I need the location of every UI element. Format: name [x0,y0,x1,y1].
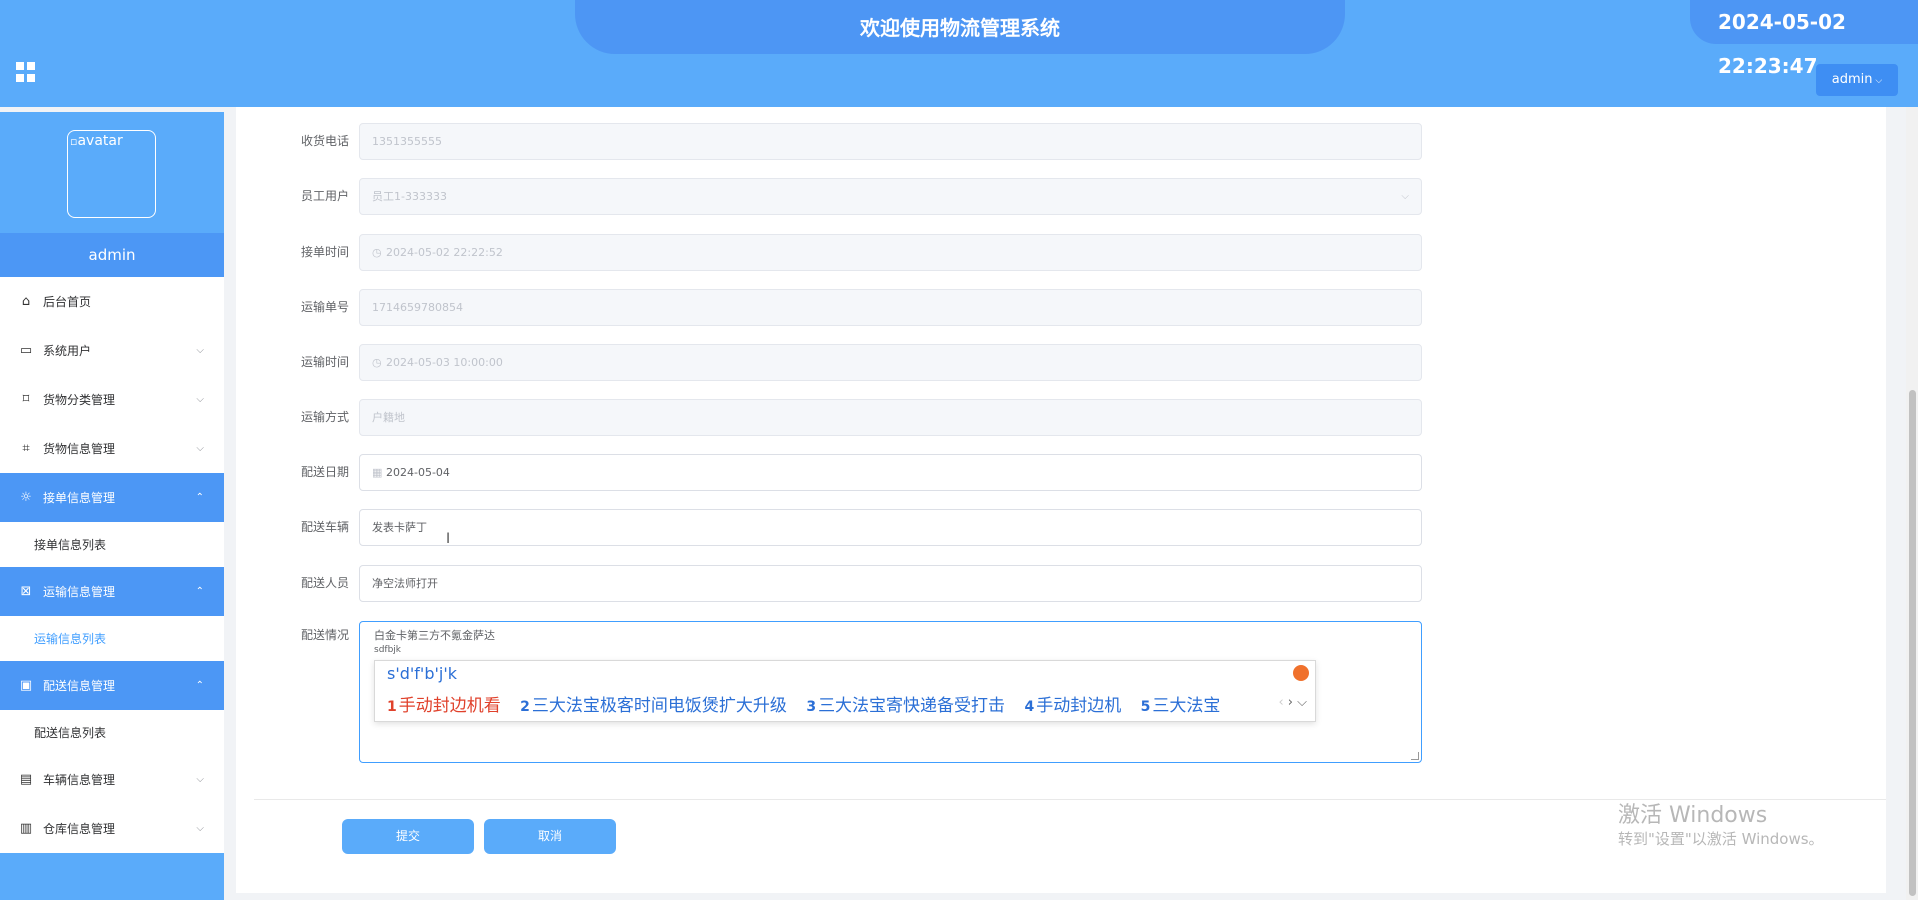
menu-toggle-icon[interactable] [16,62,36,82]
user-menu-button[interactable]: admin ⌵ [1816,64,1898,96]
form-row-transport-method: 运输方式 户籍地 [236,399,1422,436]
ime-candidate-window: s'd'f'b'j'k 1 手动封边机看 2 三大法宝极客时间电饭煲扩大升级 3 三大… [374,660,1316,722]
archive-icon: ▥ [19,821,33,836]
home-icon: ⌂ [21,294,31,309]
form-divider [254,799,1886,800]
ime-page-nav[interactable]: ‹ › ⌵ [1278,695,1307,710]
ime-logo-icon [1293,665,1309,681]
datetime-display: 2024-05-02 22:23:47 [1690,0,1918,78]
sidebar: ▫avatar admin ⌂ 后台首页 ▭ 系统用户 ⌵ ⌑ 货物分类管理 ⌵… [0,112,224,900]
clock-icon: ◷ [372,246,382,259]
form-row-transport-time: 运输时间 ◷ 2024-05-03 10:00:00 [236,344,1422,381]
sidebar-item-transport-info[interactable]: ⊠ 运输信息管理 ⌃ [0,567,224,616]
chevron-up-icon: ⌃ [195,586,204,597]
form-row-transport-no: 运输单号 1714659780854 [236,289,1422,326]
chevron-down-icon: ⌵ [196,823,204,834]
chevron-down-icon: ⌵ [196,345,204,356]
sidebar-menu: ⌂ 后台首页 ▭ 系统用户 ⌵ ⌑ 货物分类管理 ⌵ ⌗ 货物信息管理 ⌵ ☼ … [0,277,224,853]
top-header: 欢迎使用物流管理系统 2024-05-02 22:23:47 admin ⌵ [0,0,1918,107]
cancel-button[interactable]: 取消 [484,819,616,854]
chevron-down-icon: ⌵ [196,394,204,405]
chevron-down-icon: ⌵ [196,443,204,454]
transport-method-field: 户籍地 [359,399,1422,436]
sidebar-item-delivery-info[interactable]: ▣ 配送信息管理 ⌃ [0,661,224,710]
chevron-right-icon[interactable]: › [1288,695,1293,710]
avatar: ▫avatar [67,130,156,218]
ime-candidate[interactable]: 5 三大法宝 [1141,696,1221,716]
form-row-delivery-date: 配送日期 ▦ 2024-05-04 [236,454,1422,491]
form-row-phone: 收货电话 1351355555 [236,123,1422,160]
ime-candidate[interactable]: 3 三大法宝寄快递备受打击 [806,696,1005,716]
form-row-vehicle: 配送车辆 发表卡萨丁 [236,509,1422,546]
order-time-field: ◷ 2024-05-02 22:22:52 [359,234,1422,271]
sidebar-item-warehouse-info[interactable]: ▥ 仓库信息管理 ⌵ [0,804,224,853]
clock-icon: ◷ [372,356,382,369]
windows-activation-watermark: 激活 Windows 转到"设置"以激活 Windows。 [1618,803,1824,849]
ime-candidate[interactable]: 1 手动封边机看 [387,696,501,716]
ime-candidate[interactable]: 4 手动封边机 [1024,696,1121,716]
staff-select: 员工1-333333 ⌵ [359,178,1422,215]
inbox-icon: ⊠ [20,584,32,599]
sidebar-subitem-transport-list[interactable]: 运输信息列表 [0,616,224,661]
transport-number-field: 1714659780854 [359,289,1422,326]
sidebar-username: admin [0,233,224,277]
delivery-staff-input[interactable]: 净空法师打开 [359,565,1422,602]
calendar-icon: ▦ [372,466,383,479]
sidebar-item-order-info[interactable]: ☼ 接单信息管理 ⌃ [0,473,224,522]
transport-time-field: ◷ 2024-05-03 10:00:00 [359,344,1422,381]
sun-icon: ☼ [20,490,32,505]
submit-button[interactable]: 提交 [342,819,474,854]
sidebar-subitem-order-list[interactable]: 接单信息列表 [0,522,224,567]
form-row-staff: 员工用户 员工1-333333 ⌵ [236,178,1422,215]
ime-composition: s'd'f'b'j'k [387,664,457,683]
ime-candidate[interactable]: 2 三大法宝极客时间电饭煲扩大升级 [520,696,787,716]
form-row-staff-name: 配送人员 净空法师打开 [236,565,1422,602]
chevron-down-icon: ⌵ [1872,76,1883,86]
tag-icon: ⌗ [22,441,30,456]
bookmark-icon: ⌑ [22,392,30,407]
sidebar-item-system-users[interactable]: ▭ 系统用户 ⌵ [0,326,224,375]
chevron-down-icon: ⌵ [196,774,204,785]
system-title: 欢迎使用物流管理系统 [575,0,1345,54]
chevron-up-icon: ⌃ [195,492,204,503]
scrollbar-thumb[interactable] [1909,390,1916,896]
chevron-up-icon: ⌃ [195,680,204,691]
delivery-date-picker[interactable]: ▦ 2024-05-04 [359,454,1422,491]
sidebar-item-goods-category[interactable]: ⌑ 货物分类管理 ⌵ [0,375,224,424]
sidebar-item-home[interactable]: ⌂ 后台首页 [0,277,224,326]
laptop-icon: ▭ [19,343,33,358]
ime-candidate-list: 1 手动封边机看 2 三大法宝极客时间电饭煲扩大升级 3 三大法宝寄快递备受打击 4手… [387,691,1234,716]
sidebar-subitem-delivery-list[interactable]: 配送信息列表 [0,710,224,755]
delivery-vehicle-input[interactable]: 发表卡萨丁 [359,509,1422,546]
form-row-order-time: 接单时间 ◷ 2024-05-02 22:22:52 [236,234,1422,271]
message-icon: ▤ [19,772,33,787]
sidebar-item-vehicle-info[interactable]: ▤ 车辆信息管理 ⌵ [0,755,224,804]
phone-field: 1351355555 [359,123,1422,160]
chevron-down-icon[interactable]: ⌵ [1297,695,1307,710]
sidebar-item-goods-info[interactable]: ⌗ 货物信息管理 ⌵ [0,424,224,473]
resize-handle-icon[interactable] [1411,752,1419,760]
text-cursor-icon: I [446,531,451,547]
clipboard-icon: ▣ [19,678,33,693]
chevron-left-icon[interactable]: ‹ [1278,695,1283,710]
main-content: 收货电话 1351355555 员工用户 员工1-333333 ⌵ 接单时间 ◷ 2… [236,107,1886,893]
chevron-down-icon: ⌵ [1401,191,1409,202]
